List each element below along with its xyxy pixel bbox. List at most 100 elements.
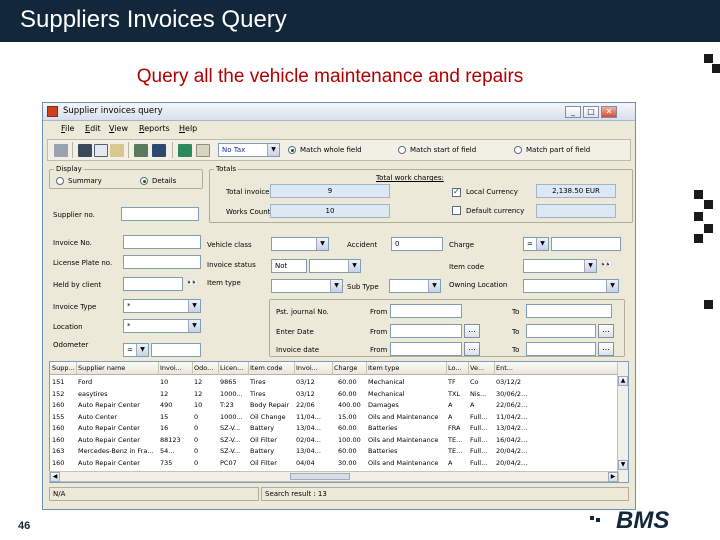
odometer-input[interactable] [151,343,201,357]
grid-column-header[interactable]: Ent... [496,364,513,372]
sub-type-select[interactable]: ▼ [389,279,441,293]
invoice-no-input[interactable] [123,235,201,249]
grid-column-header[interactable]: Item code [250,364,283,372]
chevron-down-icon[interactable]: ▼ [348,260,360,272]
menu-help[interactable]: Help [179,124,197,133]
pst-journal-to-label: To [512,308,520,316]
pst-journal-from-input[interactable] [390,304,462,318]
clear-icon[interactable] [54,144,68,157]
table-row[interactable]: 163 Mercedes-Benz in Fra... 54... 0 SZ-V... B… [50,446,618,458]
binoculars-icon[interactable]: 👀 [187,278,198,288]
check-icon[interactable] [134,144,148,157]
close-button[interactable]: ✕ [601,106,617,118]
chevron-down-icon[interactable]: ▼ [536,238,548,250]
local-currency-checkbox[interactable] [452,187,461,197]
grid-column-header[interactable]: Lo... [448,364,462,372]
invoice-date-from-input[interactable] [390,342,462,356]
item-type-select[interactable]: ▼ [271,279,343,293]
table-row[interactable]: 152 easytires 12 12 1000... Tires 03/12 60.00 Me… [50,389,618,401]
invoice-status-value[interactable]: Not [271,259,307,273]
menu-reports[interactable]: Reports [139,124,170,133]
odometer-operator[interactable]: = ▼ [123,343,149,357]
grid-column-header[interactable]: Ve... [470,364,484,372]
table-row[interactable]: 160 Auto Repair Center 735 0 PC07 Oil Filter 0… [50,458,618,470]
match-whole-radio[interactable] [288,146,296,154]
invoice-date-from-picker[interactable]: ... [464,342,480,356]
results-grid[interactable]: Supp... Supplier name Invoi... Odo... Licen.… [49,361,629,483]
export-icon[interactable] [110,144,124,157]
chevron-down-icon[interactable]: ▼ [267,144,279,156]
grid-column-header[interactable]: Charge [334,364,357,372]
pst-journal-to-input[interactable] [526,304,612,318]
invoice-date-to-input[interactable] [526,342,596,356]
chevron-down-icon[interactable]: ▼ [330,280,342,292]
grid-column-header[interactable]: Licen... [220,364,243,372]
chevron-down-icon[interactable]: ▼ [136,344,148,356]
owning-location-select[interactable]: ▼ [523,279,619,293]
invoice-type-select[interactable]: * ▼ [123,299,201,313]
table-row[interactable]: 155 Auto Center 15 0 1000... Oil Change 11/04.… [50,412,618,424]
odometer-label: Odometer [53,341,89,349]
held-by-client-input[interactable] [123,277,183,291]
chevron-down-icon[interactable]: ▼ [428,280,440,292]
chevron-down-icon[interactable]: ▼ [316,238,328,250]
match-start-radio[interactable] [398,146,406,154]
grid-column-header[interactable]: Supplier name [78,364,125,372]
grid-column-header[interactable]: Supp... [52,364,75,372]
table-row[interactable]: 160 Auto Repair Center 490 10 T:23 Body Repai… [50,400,618,412]
enter-date-to-picker[interactable]: ... [598,324,614,338]
slide-number: 46 [18,520,31,532]
scroll-thumb[interactable] [290,473,350,480]
enter-date-from-input[interactable] [390,324,462,338]
chevron-down-icon[interactable]: ▼ [188,320,200,332]
enter-date-to-input[interactable] [526,324,596,338]
table-row[interactable]: 160 Auto Repair Center 16 0 SZ-V... Battery 13… [50,423,618,435]
item-code-select[interactable]: ▼ [523,259,597,273]
vehicle-class-select[interactable]: ▼ [271,237,329,251]
table-cell: Full... [470,424,488,432]
vertical-scrollbar[interactable]: ▲ ▼ [617,362,628,482]
print-icon[interactable] [78,144,92,157]
grid-column-header[interactable]: Invoi... [160,364,182,372]
chevron-down-icon[interactable]: ▼ [584,260,596,272]
preview-icon[interactable] [94,144,108,157]
default-currency-checkbox[interactable] [452,206,461,215]
charge-input[interactable] [551,237,621,251]
chevron-down-icon[interactable]: ▼ [188,300,200,312]
summary-radio[interactable] [56,177,64,185]
enter-date-from-picker[interactable]: ... [464,324,480,338]
maximize-button[interactable]: □ [583,106,599,118]
grid-column-header[interactable]: Invoi... [296,364,318,372]
scroll-left-icon[interactable]: ◀ [50,472,60,482]
chevron-down-icon[interactable]: ▼ [606,280,618,292]
table-cell: Auto Repair Center [78,458,140,467]
binoculars-icon[interactable]: 👀 [601,260,612,270]
minimize-button[interactable]: _ [565,106,581,118]
charge-operator[interactable]: = ▼ [523,237,549,251]
options-icon[interactable] [196,144,210,157]
match-part-radio[interactable] [514,146,522,154]
tax-combo[interactable]: No Tax ▼ [218,143,280,157]
display-legend: Display [54,165,84,173]
table-cell: 151 [52,378,65,386]
scroll-down-icon[interactable]: ▼ [618,460,628,470]
invoice-status-select[interactable]: ▼ [309,259,361,273]
menu-file[interactable]: File [61,124,74,133]
menu-edit[interactable]: Edit [85,124,101,133]
grid-column-header[interactable]: Odo... [194,364,213,372]
filter-icon[interactable] [152,144,166,157]
accident-input[interactable]: 0 [391,237,443,251]
supplier-no-input[interactable] [121,207,199,221]
scroll-right-icon[interactable]: ▶ [608,472,618,482]
horizontal-scrollbar[interactable]: ◀ ▶ [49,471,619,482]
table-row[interactable]: 160 Auto Repair Center 88123 0 SZ-V... Oil Fi… [50,435,618,447]
license-plate-input[interactable] [123,255,201,269]
location-select[interactable]: * ▼ [123,319,201,333]
grid-column-header[interactable]: Item type [368,364,399,372]
menu-view[interactable]: View [109,124,128,133]
refresh-icon[interactable] [178,144,192,157]
table-row[interactable]: 151 Ford 10 12 9865 Tires 03/12 60.00 Mechanical… [50,377,618,389]
scroll-up-icon[interactable]: ▲ [618,376,628,386]
detail-radio[interactable] [140,177,148,185]
invoice-date-to-picker[interactable]: ... [598,342,614,356]
